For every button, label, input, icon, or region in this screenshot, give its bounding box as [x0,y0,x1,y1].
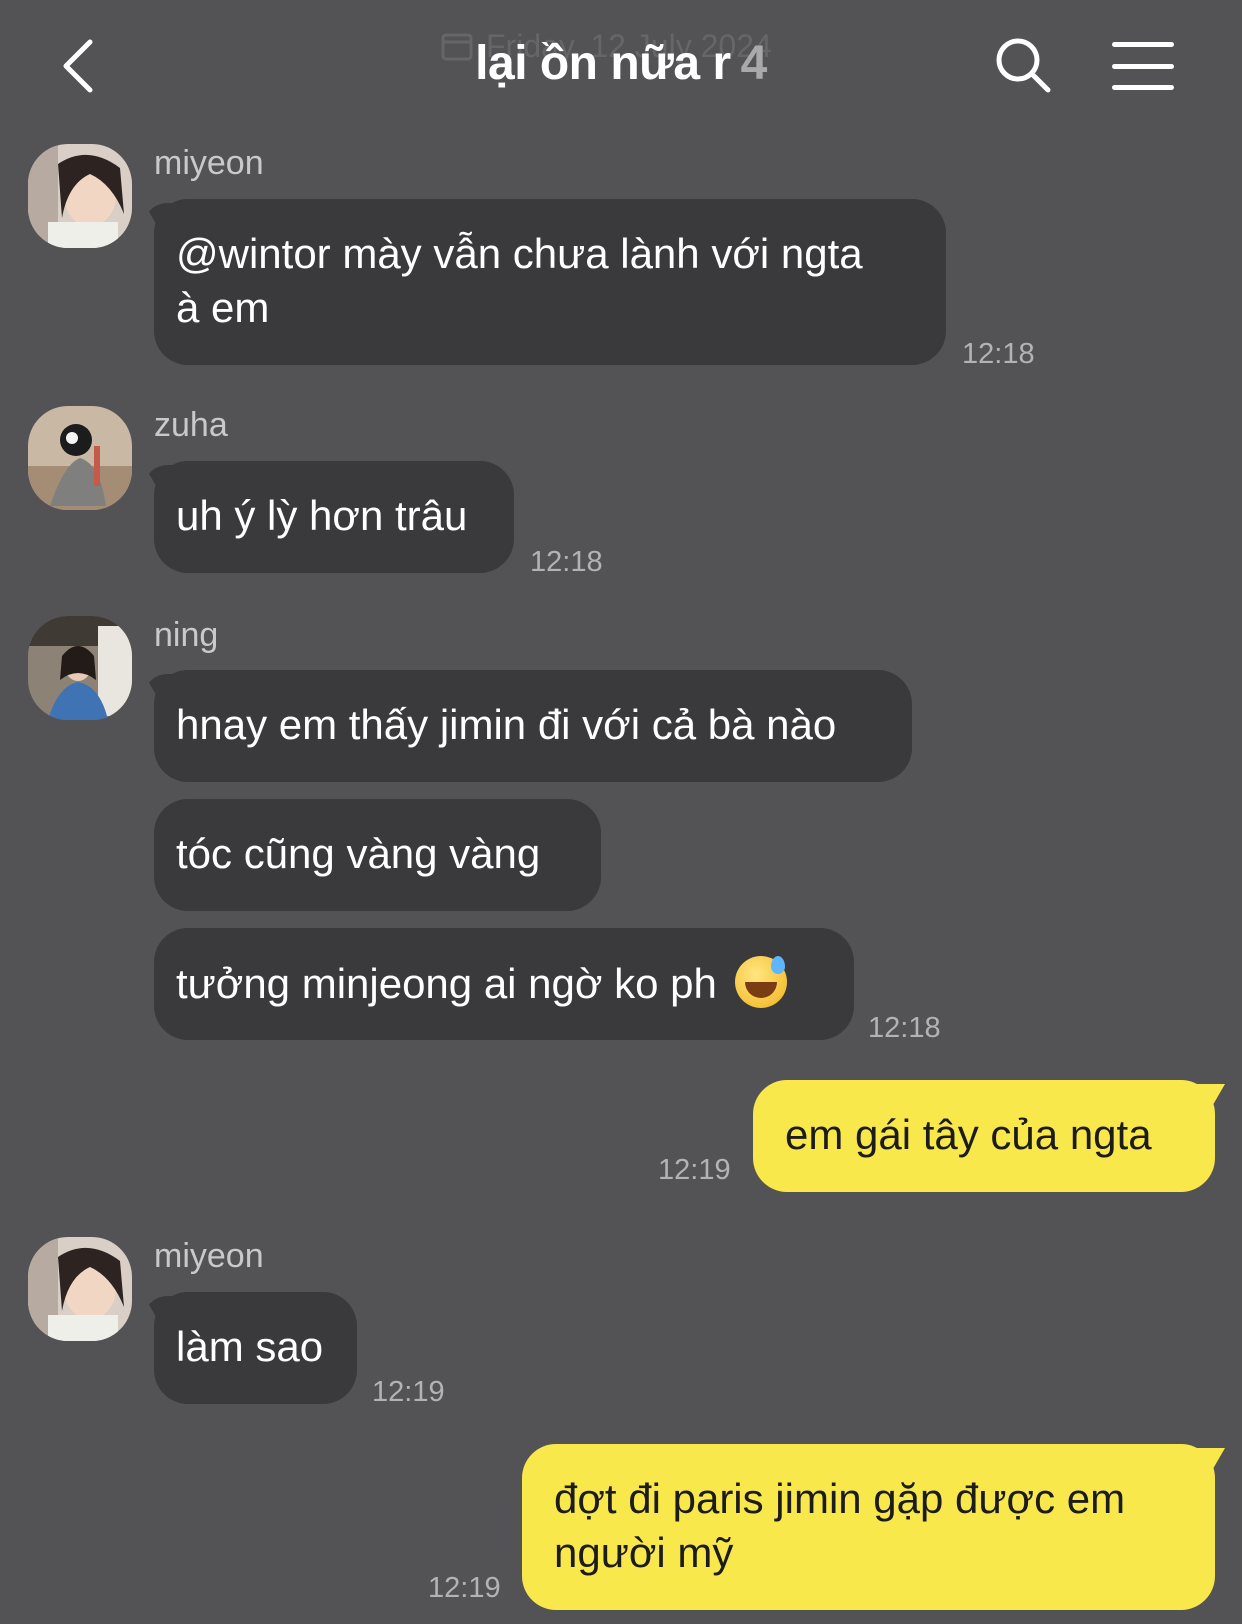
grinning-face-with-sweat-icon [734,956,787,1008]
message-time: 12:18 [530,546,603,578]
search-button[interactable] [990,32,1056,98]
message-line: à em [176,284,270,331]
hamburger-menu-icon [1112,42,1174,47]
message-bubble[interactable]: uh ý lỳ hơn trâu [154,461,514,573]
my-message-bubble[interactable]: đợt đi paris jimin gặp được em người mỹ [522,1444,1215,1610]
avatar-miyeon[interactable] [28,1237,132,1341]
message-time: 12:19 [658,1154,731,1186]
member-count: 4 [740,37,768,90]
message-bubble[interactable]: hnay em thấy jimin đi với cả bà nào [154,670,912,782]
menu-button[interactable] [1110,38,1176,94]
sender-name: ning [154,616,219,654]
avatar-image [28,616,132,720]
message-time: 12:18 [962,338,1035,370]
avatar-miyeon[interactable] [28,144,132,248]
message-time: 12:19 [372,1376,445,1408]
avatar-image [28,144,132,248]
sender-name: miyeon [154,1237,264,1275]
message-bubble[interactable]: làm sao [154,1292,357,1404]
avatar-zuha[interactable] [28,406,132,510]
message-time: 12:18 [868,1012,941,1044]
message-bubble[interactable]: @wintor mày vẫn chưa lành với ngta à em [154,199,946,365]
sender-name: zuha [154,406,228,444]
message-time: 12:19 [428,1572,501,1604]
message-line: đợt đi paris jimin gặp được em [554,1475,1126,1522]
message-text: hnay em thấy jimin đi với cả bà nào [176,701,837,748]
search-icon [996,38,1051,93]
message-text: tưởng minjeong ai ngờ ko ph [176,960,717,1007]
my-message-bubble[interactable]: em gái tây của ngta [753,1080,1215,1192]
message-text: em gái tây của ngta [785,1111,1152,1158]
message-text: làm sao [176,1323,324,1370]
message-text: tóc cũng vàng vàng [176,830,541,877]
avatar-ning[interactable] [28,616,132,720]
message-bubble[interactable]: tóc cũng vàng vàng [154,799,601,911]
message-text: uh ý lỳ hơn trâu [176,492,468,539]
message-line: người mỹ [554,1529,734,1576]
avatar-image [28,406,132,510]
message-bubble[interactable]: tưởng minjeong ai ngờ ko ph [154,928,854,1040]
sender-name: miyeon [154,144,264,182]
chat-header: Friday, 12 July 2024 lại ồn nữa r4 [0,0,1242,130]
chat-title-text: lại ồn nữa r [475,37,731,90]
avatar-image [28,1237,132,1341]
message-line: @wintor mày vẫn chưa lành với ngta [176,230,863,277]
